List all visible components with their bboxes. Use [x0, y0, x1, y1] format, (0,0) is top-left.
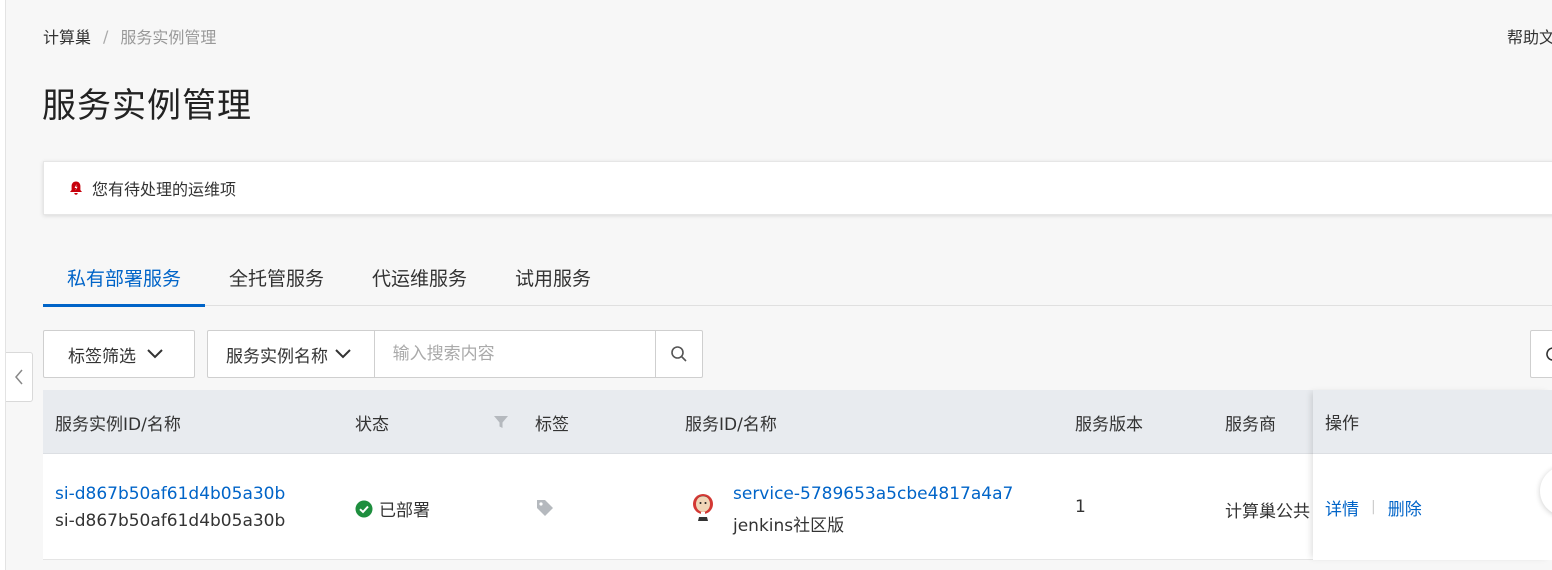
refresh-icon	[1546, 347, 1552, 361]
col-instance-id: 服务实例ID/名称	[55, 414, 181, 435]
alert-text: 您有待处理的运维项	[92, 180, 237, 199]
search-button[interactable]	[655, 331, 702, 377]
detail-link[interactable]: 详情	[1325, 495, 1359, 520]
service-instance-table: 服务实例ID/名称 状态 标签 服务ID/名称 服务版本 服务商 si-d867…	[43, 390, 1552, 560]
tab-fully-managed[interactable]: 全托管服务	[205, 248, 348, 306]
col-status: 状态	[355, 414, 389, 435]
jenkins-logo-icon	[691, 492, 715, 527]
search-icon	[671, 346, 687, 362]
search-group: 服务实例名称	[207, 330, 703, 378]
page-title: 服务实例管理	[42, 86, 252, 126]
col-version: 服务版本	[1075, 414, 1143, 435]
tag-icon[interactable]	[535, 498, 555, 523]
status-text: 已部署	[379, 501, 430, 521]
service-tabs: 私有部署服务 全托管服务 代运维服务 试用服务	[43, 248, 1552, 307]
help-docs-link[interactable]: 帮助文	[1507, 24, 1552, 48]
tab-trial[interactable]: 试用服务	[491, 248, 615, 306]
bell-alert-icon	[68, 180, 84, 196]
tag-filter-dropdown[interactable]: 标签筛选	[43, 330, 195, 378]
tag-filter-label: 标签筛选	[68, 346, 136, 367]
instance-id[interactable]: si-d867b50af61d4b05a30b	[55, 484, 285, 504]
service-id-link[interactable]: service-5789653a5cbe4817a4a7	[733, 484, 1013, 504]
tab-managed-ops[interactable]: 代运维服务	[348, 248, 491, 306]
action-divider: |	[1371, 499, 1376, 515]
service-name: jenkins社区版	[733, 516, 845, 536]
instance-name: si-d867b50af61d4b05a30b	[55, 511, 286, 531]
instance-id-link[interactable]: si-d867b50af61d4b05a30b	[55, 484, 285, 504]
left-rail	[0, 0, 6, 570]
check-circle-icon	[355, 500, 373, 517]
chevron-left-icon	[15, 369, 23, 385]
col-vendor: 服务商	[1225, 414, 1276, 435]
operations-column: 操作 详情 | 删除	[1313, 390, 1552, 560]
sidebar-collapse-button[interactable]	[6, 352, 33, 402]
service-id[interactable]: service-5789653a5cbe4817a4a7	[733, 484, 1013, 504]
status-cell: 已部署	[355, 496, 430, 521]
breadcrumb-root[interactable]: 计算巢	[43, 24, 91, 48]
col-operations: 操作	[1313, 390, 1552, 454]
search-field-select[interactable]: 服务实例名称	[208, 331, 375, 377]
search-input[interactable]	[374, 331, 656, 377]
chevron-down-icon	[147, 349, 163, 359]
operations-cell: 详情 | 删除	[1313, 454, 1552, 560]
col-tags: 标签	[535, 414, 569, 435]
pending-ops-alert[interactable]: 您有待处理的运维项	[43, 161, 1552, 215]
breadcrumb-current: 服务实例管理	[120, 28, 217, 47]
service-vendor: 计算巢公共	[1225, 502, 1310, 522]
status-filter-icon[interactable]	[493, 390, 509, 454]
chevron-down-icon	[335, 349, 351, 359]
refresh-button[interactable]	[1530, 330, 1552, 378]
breadcrumb-separator: /	[103, 26, 109, 46]
tab-private-deploy[interactable]: 私有部署服务	[43, 248, 206, 307]
service-version: 1	[1075, 497, 1086, 517]
breadcrumb: 计算巢 / 服务实例管理	[43, 24, 216, 48]
search-field-label: 服务实例名称	[226, 346, 328, 367]
col-service-id: 服务ID/名称	[685, 414, 777, 435]
delete-link[interactable]: 删除	[1388, 495, 1422, 520]
